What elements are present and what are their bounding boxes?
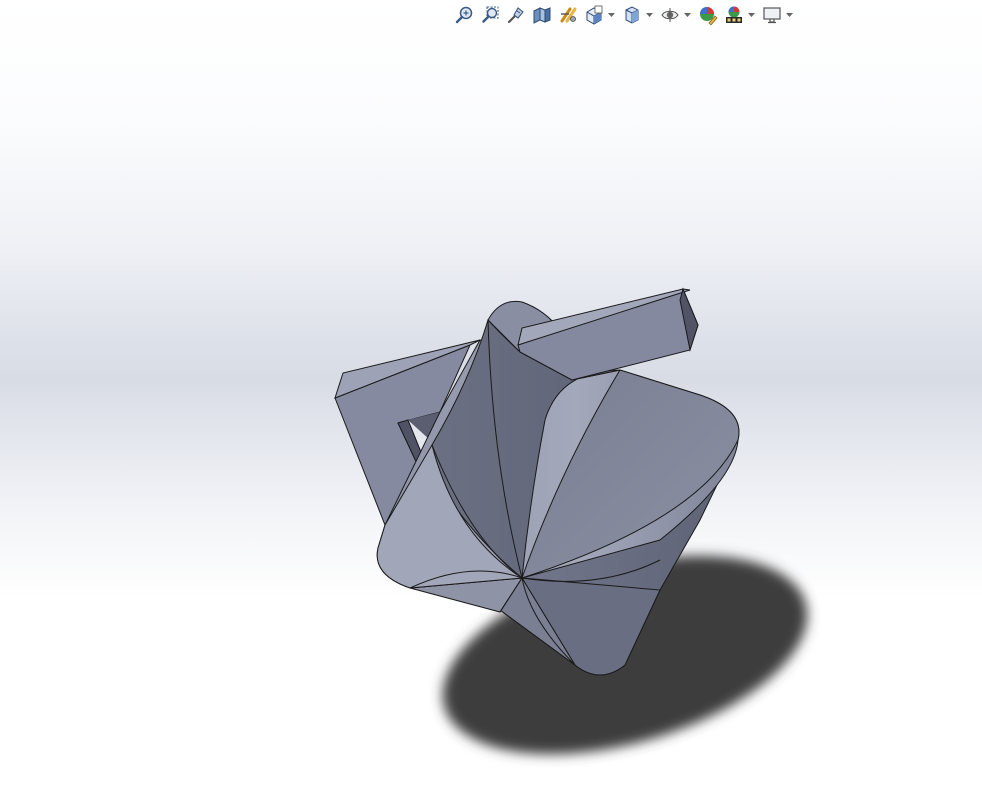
model-scene xyxy=(334,287,808,755)
graphics-area[interactable] xyxy=(0,0,982,788)
